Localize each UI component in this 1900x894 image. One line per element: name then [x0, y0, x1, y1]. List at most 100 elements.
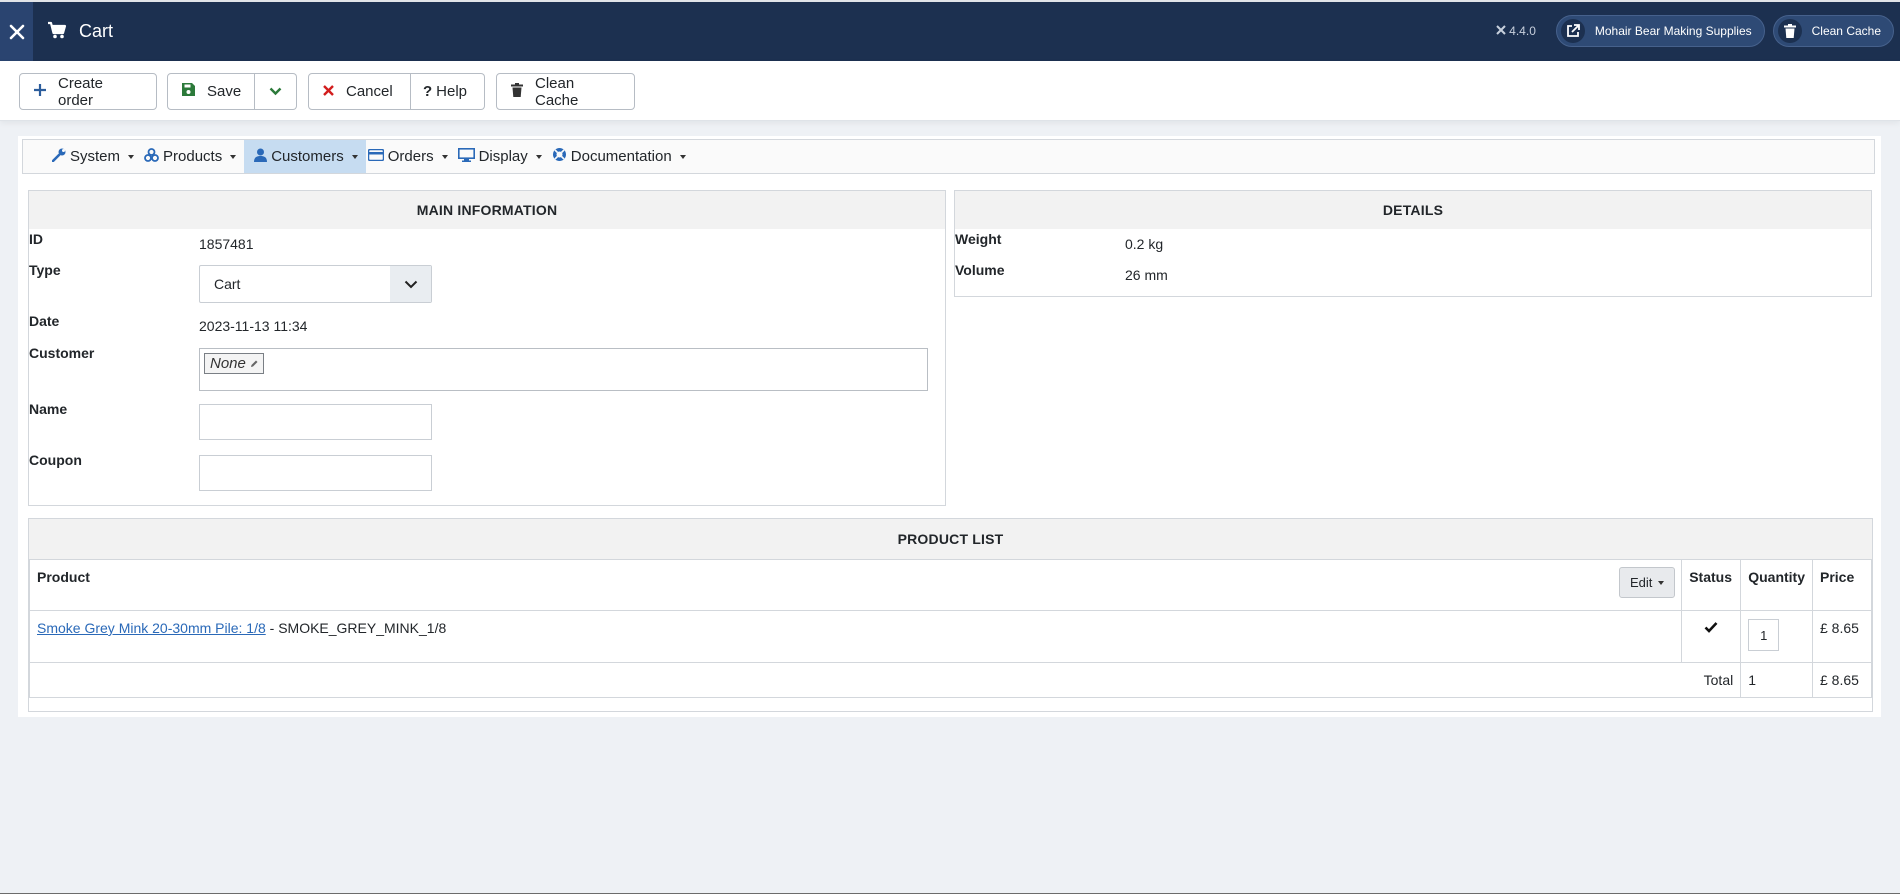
page-title: Cart	[79, 21, 114, 41]
caret-down-icon	[230, 154, 237, 159]
nav-products-label: Products	[163, 148, 223, 165]
header-bar: Cart 4.4.0 Mohair Bear Making Supplies C…	[0, 0, 1900, 61]
product-code: - SMOKE_GREY_MINK_1/8	[269, 620, 447, 636]
product-list-heading: PRODUCT LIST	[29, 519, 1872, 559]
user-icon	[254, 148, 268, 166]
details-heading: DETAILS	[955, 191, 1871, 229]
date-value: 2023-11-13 11:34	[199, 318, 308, 334]
nav-orders[interactable]: Orders	[366, 140, 456, 173]
nav-display-label: Display	[478, 148, 528, 165]
table-row: Smoke Grey Mink 20-30mm Pile: 1/8 - SMOK…	[28, 610, 1872, 663]
total-price: £ 8.65	[1812, 662, 1872, 698]
cart-icon	[47, 21, 67, 43]
edit-label: Edit	[1630, 575, 1653, 590]
header-clean-cache-button[interactable]: Clean Cache	[1772, 15, 1894, 47]
view-site-button[interactable]: Mohair Bear Making Supplies	[1555, 15, 1765, 47]
product-header-label: Product	[37, 569, 90, 585]
id-value: 1857481	[199, 236, 254, 252]
save-options-dropdown[interactable]	[255, 73, 297, 110]
nav-display[interactable]: Display	[456, 140, 550, 173]
type-label: Type	[29, 262, 61, 278]
caret-down-icon	[351, 154, 358, 159]
chevron-down-icon	[269, 83, 282, 100]
price-column-header: Price	[1812, 559, 1872, 611]
product-list-panel: PRODUCT LIST Product Edit Status Quantit…	[28, 518, 1873, 712]
cubes-icon	[144, 147, 159, 166]
edit-dropdown-button[interactable]: Edit	[1619, 567, 1676, 598]
save-icon	[182, 83, 195, 100]
nav-customers-label: Customers	[271, 148, 344, 165]
nav-documentation-label: Documentation	[570, 148, 672, 165]
version-label: 4.4.0	[1496, 24, 1536, 38]
product-cell: Smoke Grey Mink 20-30mm Pile: 1/8 - SMOK…	[28, 610, 1683, 663]
id-label: ID	[29, 231, 43, 247]
customer-none-text: None	[210, 355, 246, 372]
desktop-icon	[457, 147, 475, 166]
clean-cache-label: Clean Cache	[535, 74, 579, 109]
status-cell	[1681, 610, 1742, 663]
quantity-cell: 1	[1740, 610, 1813, 663]
close-icon	[323, 83, 334, 100]
volume-value: 26 mm	[1125, 267, 1168, 283]
save-label: Save	[207, 83, 242, 100]
coupon-label: Coupon	[29, 452, 82, 468]
pencil-icon	[250, 355, 258, 372]
submenu-nav: System Products Customers Orders Display	[22, 139, 1875, 174]
help-button[interactable]: ? Help	[411, 73, 485, 110]
help-label: Help	[436, 83, 468, 100]
create-order-button[interactable]: Create order	[19, 73, 157, 110]
details-panel: DETAILS Weight 0.2 kg Volume 26 mm	[954, 190, 1872, 297]
nav-system[interactable]: System	[50, 140, 142, 173]
trash-icon	[1777, 19, 1802, 43]
type-select-value: Cart	[214, 276, 241, 292]
quantity-input[interactable]: 1	[1748, 619, 1780, 651]
view-site-label: Mohair Bear Making Supplies	[1594, 24, 1752, 38]
weight-value: 0.2 kg	[1125, 236, 1164, 252]
volume-label: Volume	[955, 262, 1005, 278]
customer-none-tag[interactable]: None	[204, 353, 264, 374]
date-label: Date	[29, 313, 60, 329]
create-order-label: Create order	[58, 74, 104, 109]
weight-label: Weight	[955, 231, 1002, 247]
main-information-panel: MAIN INFORMATION ID 1857481 Type Cart Da…	[28, 190, 946, 506]
caret-down-icon	[128, 154, 135, 159]
nav-products[interactable]: Products	[142, 140, 244, 173]
plus-icon	[34, 83, 46, 100]
cancel-button[interactable]: Cancel	[308, 73, 411, 110]
credit-card-icon	[367, 148, 384, 165]
name-input[interactable]	[199, 404, 432, 440]
main-information-heading: MAIN INFORMATION	[29, 191, 945, 229]
type-select[interactable]: Cart	[199, 265, 432, 303]
header-clean-cache-label: Clean Cache	[1811, 24, 1881, 38]
price-cell: £ 8.65	[1812, 610, 1872, 663]
table-header-row: Product Edit Status Quantity Price	[28, 559, 1872, 611]
product-column-header: Product Edit	[28, 559, 1683, 611]
toolbar: Create order Save Cancel ? Help Clean Ca…	[0, 61, 1900, 121]
name-label: Name	[29, 401, 68, 417]
caret-down-icon	[679, 154, 686, 159]
lifebuoy-icon	[552, 147, 567, 166]
product-table: Product Edit Status Quantity Price Smoke…	[28, 559, 1872, 698]
content-card: System Products Customers Orders Display	[18, 136, 1881, 717]
wrench-icon	[51, 148, 66, 166]
save-button[interactable]: Save	[167, 73, 255, 110]
chevron-down-icon	[390, 266, 431, 302]
product-link[interactable]: Smoke Grey Mink 20-30mm Pile: 1/8	[37, 620, 266, 636]
version-text: 4.4.0	[1509, 24, 1536, 38]
check-icon	[1704, 620, 1718, 636]
total-row: Total 1 £ 8.65	[28, 662, 1872, 698]
customer-label: Customer	[29, 345, 95, 361]
question-icon: ?	[423, 83, 433, 100]
trash-icon	[511, 82, 523, 101]
nav-customers[interactable]: Customers	[244, 140, 366, 173]
coupon-input[interactable]	[199, 455, 432, 491]
joomla-logo-icon[interactable]	[0, 2, 33, 61]
quantity-column-header: Quantity	[1740, 559, 1813, 611]
total-quantity: 1	[1740, 662, 1813, 698]
nav-orders-label: Orders	[387, 148, 434, 165]
nav-documentation[interactable]: Documentation	[550, 140, 694, 173]
cancel-label: Cancel	[346, 83, 393, 100]
customer-field[interactable]: None	[199, 348, 928, 391]
clean-cache-button[interactable]: Clean Cache	[496, 73, 635, 110]
joomla-small-icon	[1496, 24, 1506, 38]
